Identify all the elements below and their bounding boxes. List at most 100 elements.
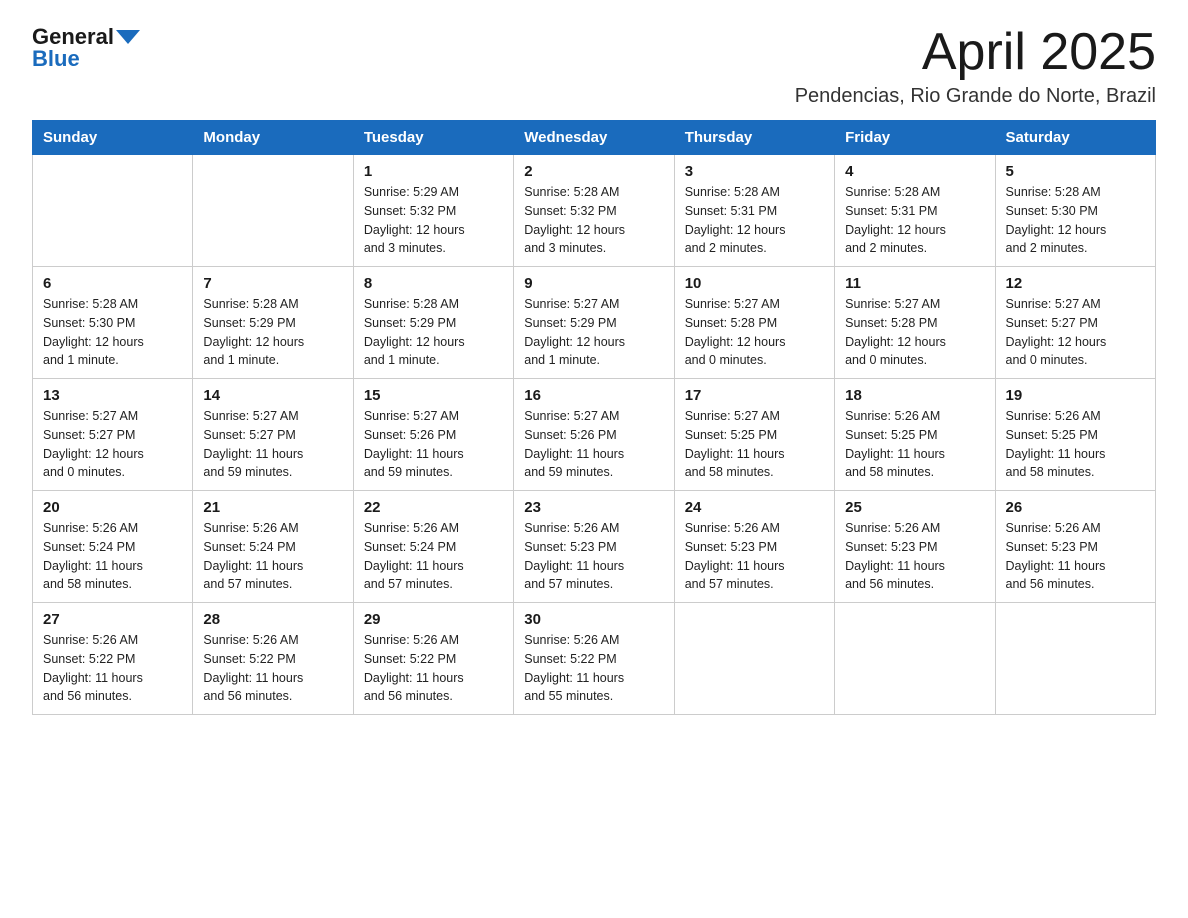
weekday-header-wednesday: Wednesday [514, 121, 674, 155]
day-info: Sunrise: 5:26 AMSunset: 5:22 PMDaylight:… [524, 631, 663, 706]
day-info: Sunrise: 5:27 AMSunset: 5:28 PMDaylight:… [685, 295, 824, 370]
day-number: 26 [1006, 499, 1145, 516]
day-info: Sunrise: 5:26 AMSunset: 5:25 PMDaylight:… [845, 407, 984, 482]
logo-blue: Blue [32, 46, 80, 72]
day-info: Sunrise: 5:26 AMSunset: 5:22 PMDaylight:… [203, 631, 342, 706]
weekday-header-tuesday: Tuesday [353, 121, 513, 155]
calendar-cell: 10Sunrise: 5:27 AMSunset: 5:28 PMDayligh… [674, 267, 834, 379]
day-number: 15 [364, 387, 503, 404]
day-number: 21 [203, 499, 342, 516]
calendar-header-row: SundayMondayTuesdayWednesdayThursdayFrid… [33, 121, 1156, 155]
calendar-cell: 8 Sunrise: 5:28 AMSunset: 5:29 PMDaylight… [353, 267, 513, 379]
calendar-cell: 7Sunrise: 5:28 AMSunset: 5:29 PMDaylight… [193, 267, 353, 379]
calendar-week-row: 1Sunrise: 5:29 AMSunset: 5:32 PMDaylight… [33, 155, 1156, 267]
day-info: Sunrise: 5:27 AMSunset: 5:26 PMDaylight:… [524, 407, 663, 482]
day-number: 19 [1006, 387, 1145, 404]
day-info: Sunrise: 5:28 AMSunset: 5:30 PMDaylight:… [43, 295, 182, 370]
day-number: 20 [43, 499, 182, 516]
calendar-cell: 18 Sunrise: 5:26 AMSunset: 5:25 PMDayligh… [835, 379, 995, 491]
calendar-cell: 19 Sunrise: 5:26 AMSunset: 5:25 PMDayligh… [995, 379, 1155, 491]
day-info: Sunrise: 5:27 AMSunset: 5:26 PMDaylight:… [364, 407, 503, 482]
calendar-week-row: 6 Sunrise: 5:28 AMSunset: 5:30 PMDaylight… [33, 267, 1156, 379]
day-info: Sunrise: 5:28 AMSunset: 5:29 PMDaylight:… [364, 295, 503, 370]
day-info: Sunrise: 5:26 AMSunset: 5:23 PMDaylight:… [845, 519, 984, 594]
day-info: Sunrise: 5:26 AMSunset: 5:22 PMDaylight:… [43, 631, 182, 706]
calendar-cell: 24 Sunrise: 5:26 AMSunset: 5:23 PMDayligh… [674, 491, 834, 603]
weekday-header-thursday: Thursday [674, 121, 834, 155]
calendar-cell: 23Sunrise: 5:26 AMSunset: 5:23 PMDayligh… [514, 491, 674, 603]
calendar-cell: 22 Sunrise: 5:26 AMSunset: 5:24 PMDayligh… [353, 491, 513, 603]
day-number: 17 [685, 387, 824, 404]
day-info: Sunrise: 5:26 AMSunset: 5:24 PMDaylight:… [203, 519, 342, 594]
day-info: Sunrise: 5:26 AMSunset: 5:22 PMDaylight:… [364, 631, 503, 706]
day-info: Sunrise: 5:28 AMSunset: 5:30 PMDaylight:… [1006, 183, 1145, 258]
day-number: 29 [364, 611, 503, 628]
day-info: Sunrise: 5:26 AMSunset: 5:25 PMDaylight:… [1006, 407, 1145, 482]
day-number: 30 [524, 611, 663, 628]
day-number: 16 [524, 387, 663, 404]
day-number: 7 [203, 275, 342, 292]
calendar-cell [835, 603, 995, 715]
calendar-cell: 15 Sunrise: 5:27 AMSunset: 5:26 PMDayligh… [353, 379, 513, 491]
calendar-cell: 20 Sunrise: 5:26 AMSunset: 5:24 PMDayligh… [33, 491, 193, 603]
calendar-cell: 3 Sunrise: 5:28 AMSunset: 5:31 PMDaylight… [674, 155, 834, 267]
calendar-table: SundayMondayTuesdayWednesdayThursdayFrid… [32, 120, 1156, 715]
calendar-cell: 27 Sunrise: 5:26 AMSunset: 5:22 PMDayligh… [33, 603, 193, 715]
day-info: Sunrise: 5:27 AMSunset: 5:29 PMDaylight:… [524, 295, 663, 370]
logo: General Blue [32, 24, 140, 72]
calendar-cell [33, 155, 193, 267]
day-info: Sunrise: 5:27 AMSunset: 5:27 PMDaylight:… [203, 407, 342, 482]
day-info: Sunrise: 5:26 AMSunset: 5:24 PMDaylight:… [364, 519, 503, 594]
weekday-header-sunday: Sunday [33, 121, 193, 155]
day-number: 25 [845, 499, 984, 516]
day-number: 27 [43, 611, 182, 628]
day-number: 18 [845, 387, 984, 404]
day-info: Sunrise: 5:28 AMSunset: 5:32 PMDaylight:… [524, 183, 663, 258]
calendar-cell: 26Sunrise: 5:26 AMSunset: 5:23 PMDayligh… [995, 491, 1155, 603]
day-info: Sunrise: 5:27 AMSunset: 5:27 PMDaylight:… [43, 407, 182, 482]
day-number: 22 [364, 499, 503, 516]
day-number: 11 [845, 275, 984, 292]
calendar-week-row: 27 Sunrise: 5:26 AMSunset: 5:22 PMDayligh… [33, 603, 1156, 715]
calendar-cell [674, 603, 834, 715]
calendar-cell [193, 155, 353, 267]
day-number: 13 [43, 387, 182, 404]
location-title: Pendencias, Rio Grande do Norte, Brazil [795, 85, 1156, 108]
day-number: 12 [1006, 275, 1145, 292]
day-number: 8 [364, 275, 503, 292]
logo-arrow-icon [116, 30, 140, 44]
weekday-header-monday: Monday [193, 121, 353, 155]
calendar-week-row: 20 Sunrise: 5:26 AMSunset: 5:24 PMDayligh… [33, 491, 1156, 603]
calendar-week-row: 13 Sunrise: 5:27 AMSunset: 5:27 PMDayligh… [33, 379, 1156, 491]
page-header: General Blue April 2025 Pendencias, Rio … [32, 24, 1156, 108]
calendar-cell: 28 Sunrise: 5:26 AMSunset: 5:22 PMDayligh… [193, 603, 353, 715]
calendar-cell: 13 Sunrise: 5:27 AMSunset: 5:27 PMDayligh… [33, 379, 193, 491]
day-info: Sunrise: 5:27 AMSunset: 5:27 PMDaylight:… [1006, 295, 1145, 370]
calendar-cell: 12 Sunrise: 5:27 AMSunset: 5:27 PMDayligh… [995, 267, 1155, 379]
day-number: 1 [364, 163, 503, 180]
day-info: Sunrise: 5:26 AMSunset: 5:24 PMDaylight:… [43, 519, 182, 594]
day-number: 3 [685, 163, 824, 180]
calendar-cell: 9Sunrise: 5:27 AMSunset: 5:29 PMDaylight… [514, 267, 674, 379]
calendar-cell: 25 Sunrise: 5:26 AMSunset: 5:23 PMDayligh… [835, 491, 995, 603]
day-number: 5 [1006, 163, 1145, 180]
calendar-cell: 29 Sunrise: 5:26 AMSunset: 5:22 PMDayligh… [353, 603, 513, 715]
day-info: Sunrise: 5:27 AMSunset: 5:28 PMDaylight:… [845, 295, 984, 370]
calendar-cell: 1Sunrise: 5:29 AMSunset: 5:32 PMDaylight… [353, 155, 513, 267]
day-info: Sunrise: 5:26 AMSunset: 5:23 PMDaylight:… [685, 519, 824, 594]
calendar-cell: 30 Sunrise: 5:26 AMSunset: 5:22 PMDayligh… [514, 603, 674, 715]
day-number: 28 [203, 611, 342, 628]
day-number: 2 [524, 163, 663, 180]
day-info: Sunrise: 5:28 AMSunset: 5:31 PMDaylight:… [685, 183, 824, 258]
calendar-cell [995, 603, 1155, 715]
title-block: April 2025 Pendencias, Rio Grande do Nor… [795, 24, 1156, 108]
weekday-header-friday: Friday [835, 121, 995, 155]
calendar-cell: 6 Sunrise: 5:28 AMSunset: 5:30 PMDaylight… [33, 267, 193, 379]
day-number: 24 [685, 499, 824, 516]
calendar-cell: 5 Sunrise: 5:28 AMSunset: 5:30 PMDaylight… [995, 155, 1155, 267]
calendar-cell: 17Sunrise: 5:27 AMSunset: 5:25 PMDayligh… [674, 379, 834, 491]
day-number: 4 [845, 163, 984, 180]
day-number: 6 [43, 275, 182, 292]
month-title: April 2025 [795, 24, 1156, 81]
calendar-cell: 21 Sunrise: 5:26 AMSunset: 5:24 PMDayligh… [193, 491, 353, 603]
